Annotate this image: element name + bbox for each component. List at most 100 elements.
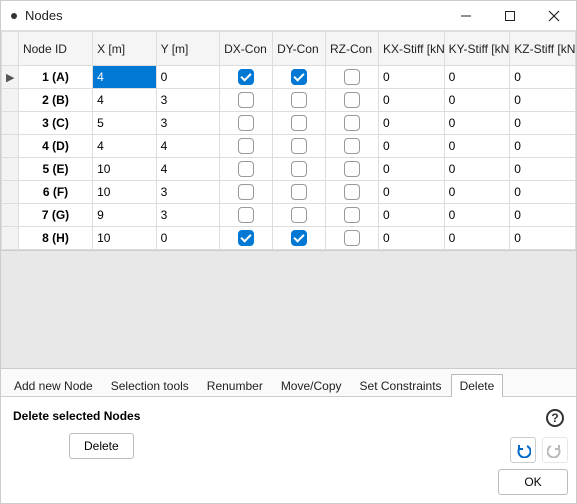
maximize-button[interactable] <box>488 1 532 31</box>
cell-dy[interactable] <box>273 66 326 89</box>
cell-dx-checkbox[interactable] <box>238 207 254 223</box>
table-row[interactable]: 6 (F)103000 <box>2 181 576 204</box>
cell-y[interactable]: 3 <box>156 112 220 135</box>
cell-node-id[interactable]: 6 (F) <box>18 181 92 204</box>
cell-kz[interactable]: 0 <box>510 227 576 250</box>
undo-button[interactable] <box>510 437 536 463</box>
cell-node-id[interactable]: 3 (C) <box>18 112 92 135</box>
table-row[interactable]: 8 (H)100000 <box>2 227 576 250</box>
redo-button[interactable] <box>542 437 568 463</box>
cell-y[interactable]: 4 <box>156 135 220 158</box>
cell-x[interactable]: 4 <box>93 89 157 112</box>
cell-dx[interactable] <box>220 89 273 112</box>
cell-dx-checkbox[interactable] <box>238 115 254 131</box>
cell-rz-checkbox[interactable] <box>344 161 360 177</box>
cell-kz[interactable]: 0 <box>510 66 576 89</box>
cell-x[interactable]: 5 <box>93 112 157 135</box>
cell-dy-checkbox[interactable] <box>291 69 307 85</box>
cell-kx[interactable]: 0 <box>378 158 444 181</box>
cell-rz-checkbox[interactable] <box>344 115 360 131</box>
cell-y[interactable]: 3 <box>156 204 220 227</box>
col-x[interactable]: X [m] <box>93 32 157 66</box>
cell-y[interactable]: 0 <box>156 227 220 250</box>
tab-renumber[interactable]: Renumber <box>198 374 272 397</box>
cell-dx[interactable] <box>220 66 273 89</box>
cell-dx[interactable] <box>220 204 273 227</box>
cell-dx-checkbox[interactable] <box>238 161 254 177</box>
col-kx[interactable]: KX-Stiff [kN/m] <box>378 32 444 66</box>
cell-rz[interactable] <box>326 227 379 250</box>
cell-dy-checkbox[interactable] <box>291 161 307 177</box>
delete-button[interactable]: Delete <box>69 433 134 459</box>
cell-kx[interactable]: 0 <box>378 181 444 204</box>
help-button[interactable]: ? <box>542 405 568 431</box>
cell-ky[interactable]: 0 <box>444 135 510 158</box>
col-y[interactable]: Y [m] <box>156 32 220 66</box>
cell-x[interactable]: 10 <box>93 158 157 181</box>
cell-dy-checkbox[interactable] <box>291 138 307 154</box>
col-ky[interactable]: KY-Stiff [kN/m] <box>444 32 510 66</box>
tab-move-copy[interactable]: Move/Copy <box>272 374 351 397</box>
cell-node-id[interactable]: 4 (D) <box>18 135 92 158</box>
cell-ky[interactable]: 0 <box>444 181 510 204</box>
cell-node-id[interactable]: 8 (H) <box>18 227 92 250</box>
cell-ky[interactable]: 0 <box>444 227 510 250</box>
col-id[interactable]: Node ID <box>18 32 92 66</box>
table-row[interactable]: 3 (C)53000 <box>2 112 576 135</box>
cell-rz[interactable] <box>326 135 379 158</box>
cell-kx[interactable]: 0 <box>378 227 444 250</box>
cell-x[interactable]: 4 <box>93 66 157 89</box>
cell-ky[interactable]: 0 <box>444 204 510 227</box>
minimize-button[interactable] <box>444 1 488 31</box>
cell-dy[interactable] <box>273 227 326 250</box>
cell-dy-checkbox[interactable] <box>291 230 307 246</box>
tab-delete[interactable]: Delete <box>451 374 504 397</box>
cell-dy[interactable] <box>273 181 326 204</box>
cell-dx[interactable] <box>220 135 273 158</box>
col-dx[interactable]: DX-Con <box>220 32 273 66</box>
cell-dy-checkbox[interactable] <box>291 184 307 200</box>
cell-y[interactable]: 0 <box>156 66 220 89</box>
cell-node-id[interactable]: 7 (G) <box>18 204 92 227</box>
cell-ky[interactable]: 0 <box>444 89 510 112</box>
cell-dx-checkbox[interactable] <box>238 92 254 108</box>
cell-x[interactable]: 4 <box>93 135 157 158</box>
cell-rz[interactable] <box>326 204 379 227</box>
cell-kx[interactable]: 0 <box>378 204 444 227</box>
cell-dx[interactable] <box>220 112 273 135</box>
table-row[interactable]: 2 (B)43000 <box>2 89 576 112</box>
cell-x[interactable]: 9 <box>93 204 157 227</box>
cell-node-id[interactable]: 2 (B) <box>18 89 92 112</box>
tab-selection[interactable]: Selection tools <box>102 374 198 397</box>
table-row[interactable]: ▶1 (A)40000 <box>2 66 576 89</box>
cell-kz[interactable]: 0 <box>510 204 576 227</box>
cell-dy[interactable] <box>273 135 326 158</box>
cell-node-id[interactable]: 1 (A) <box>18 66 92 89</box>
cell-kx[interactable]: 0 <box>378 112 444 135</box>
cell-dy-checkbox[interactable] <box>291 92 307 108</box>
cell-kz[interactable]: 0 <box>510 181 576 204</box>
cell-rz[interactable] <box>326 66 379 89</box>
cell-rz-checkbox[interactable] <box>344 230 360 246</box>
cell-rz-checkbox[interactable] <box>344 184 360 200</box>
cell-dx-checkbox[interactable] <box>238 138 254 154</box>
cell-dx[interactable] <box>220 181 273 204</box>
cell-dx-checkbox[interactable] <box>238 230 254 246</box>
cell-rz-checkbox[interactable] <box>344 69 360 85</box>
cell-ky[interactable]: 0 <box>444 66 510 89</box>
table-row[interactable]: 7 (G)93000 <box>2 204 576 227</box>
cell-dy-checkbox[interactable] <box>291 115 307 131</box>
cell-kz[interactable]: 0 <box>510 89 576 112</box>
cell-dx-checkbox[interactable] <box>238 69 254 85</box>
cell-dy[interactable] <box>273 112 326 135</box>
tab-add-node[interactable]: Add new Node <box>5 374 102 397</box>
cell-node-id[interactable]: 5 (E) <box>18 158 92 181</box>
cell-rz[interactable] <box>326 112 379 135</box>
ok-button[interactable]: OK <box>498 469 568 495</box>
cell-y[interactable]: 3 <box>156 89 220 112</box>
cell-ky[interactable]: 0 <box>444 112 510 135</box>
cell-kz[interactable]: 0 <box>510 135 576 158</box>
cell-rz-checkbox[interactable] <box>344 138 360 154</box>
cell-dx-checkbox[interactable] <box>238 184 254 200</box>
cell-x[interactable]: 10 <box>93 227 157 250</box>
